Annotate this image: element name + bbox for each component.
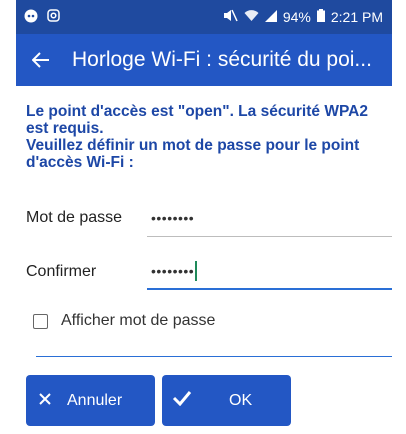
app-notification-icon <box>24 9 38 26</box>
clock: 2:21 PM <box>330 9 383 25</box>
password-underline <box>147 236 392 237</box>
confirm-row: Confirmer •••••••• <box>16 252 392 296</box>
divider <box>36 356 392 357</box>
text-cursor <box>195 261 198 281</box>
right-edge <box>392 0 406 434</box>
confirm-field[interactable]: •••••••• <box>151 261 198 281</box>
instagram-icon <box>47 9 60 25</box>
left-edge <box>0 0 16 434</box>
signal-icon <box>264 9 277 25</box>
battery-icon <box>316 9 325 25</box>
wifi-icon <box>244 9 259 25</box>
password-label: Mot de passe <box>26 209 123 226</box>
show-password-checkbox[interactable] <box>33 314 48 329</box>
phone-screen: 94% 2:21 PM Horloge Wi-Fi : sécurité du … <box>16 0 392 434</box>
close-icon <box>39 392 51 410</box>
ok-button[interactable]: OK <box>162 375 291 426</box>
confirm-label: Confirmer <box>26 263 97 280</box>
app-bar: Horloge Wi-Fi : sécurité du poi... <box>16 34 392 86</box>
password-row: Mot de passe •••••••• <box>16 195 392 243</box>
show-password-label[interactable]: Afficher mot de passe <box>61 312 215 330</box>
back-arrow-icon <box>32 52 49 68</box>
ok-label: OK <box>229 391 253 409</box>
cancel-label: Annuler <box>67 391 123 409</box>
instruction-message: Le point d'accès est "open". La sécurité… <box>26 103 368 171</box>
password-field[interactable]: •••••••• <box>151 210 194 226</box>
status-bar: 94% 2:21 PM <box>16 0 392 34</box>
battery-percentage: 94% <box>282 9 311 25</box>
confirm-underline <box>147 288 392 290</box>
cancel-button[interactable]: Annuler <box>26 375 155 426</box>
page-title: Horloge Wi-Fi : sécurité du poi... <box>72 48 372 71</box>
confirm-value: •••••••• <box>151 263 195 279</box>
back-button[interactable] <box>26 45 56 75</box>
mute-icon <box>223 9 238 25</box>
check-icon <box>172 390 192 411</box>
